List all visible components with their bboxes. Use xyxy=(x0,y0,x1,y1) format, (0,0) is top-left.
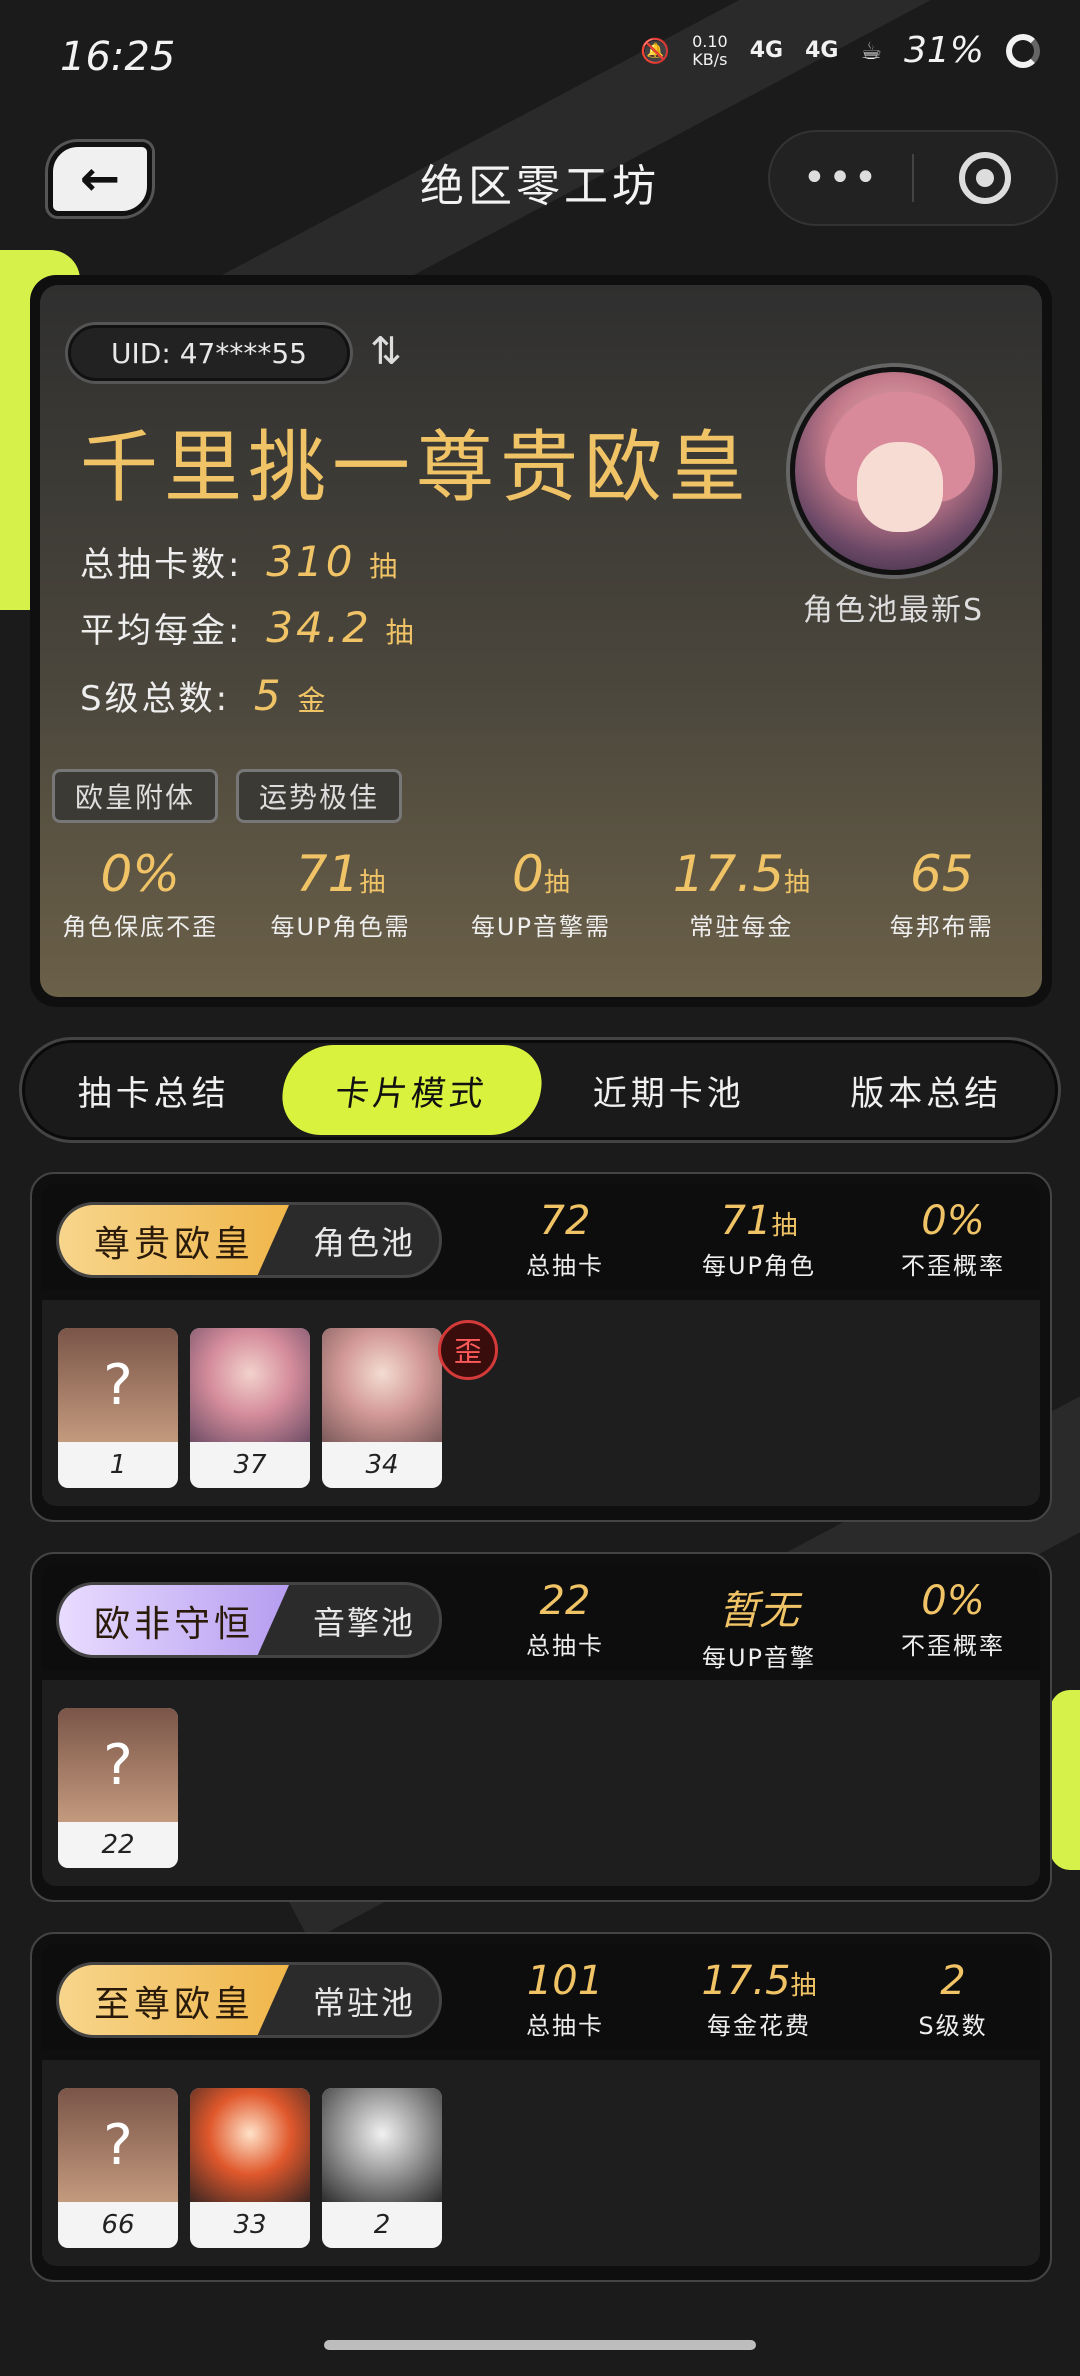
total-pulls-stat: 总抽卡数: 310 抽 xyxy=(80,537,401,586)
pool-stat: 22 总抽卡 xyxy=(526,1578,604,1660)
metric-item: 71抽 每UP角色需 xyxy=(270,845,411,941)
s-total-value: 5 xyxy=(253,671,284,720)
character-portrait xyxy=(322,1328,442,1442)
battery-icon xyxy=(1006,33,1040,68)
pool-chips: ? 1 37 34 歪 xyxy=(42,1300,1040,1506)
pull-chip-unknown[interactable]: ? 1 xyxy=(58,1328,178,1488)
home-indicator[interactable] xyxy=(324,2340,756,2350)
pool-chips: ? 22 xyxy=(42,1680,1040,1886)
tab-recent-pools[interactable]: 近期卡池 xyxy=(540,1045,798,1135)
pool-rank: 至尊欧皇 xyxy=(59,1965,289,2035)
pull-chip-character[interactable]: 37 xyxy=(190,1328,310,1488)
pull-chip-unknown[interactable]: ? 22 xyxy=(58,1708,178,1868)
luck-tag: 运势极佳 xyxy=(236,769,403,823)
pull-chip-character[interactable]: 34 xyxy=(322,1328,442,1488)
s-total-stat: S级总数: 5 金 xyxy=(80,671,329,720)
summary-card-inner: UID: 47****55 ⇅ 千里挑一尊贵欧皇 总抽卡数: 310 抽 平均每… xyxy=(40,285,1042,997)
signal-4g-icon: 4G xyxy=(805,38,839,63)
metric-item: 0% 角色保底不歪 xyxy=(62,845,219,941)
summary-metrics: 0% 角色保底不歪 71抽 每UP角色需 0抽 每UP音擎需 17.5抽 常驻每… xyxy=(40,845,1042,942)
metric-item: 0抽 每UP音擎需 xyxy=(470,845,611,941)
pool-stat: 2 S级数 xyxy=(918,1958,988,2040)
question-mark-icon: ? xyxy=(58,1708,178,1822)
rank-title: 千里挑一尊贵欧皇 xyxy=(80,423,753,513)
question-mark-icon: ? xyxy=(58,1328,178,1442)
pool-card-standard: 至尊欧皇 常驻池 101 总抽卡 17.5抽 每金花费 2 S级数 ? 66 3… xyxy=(30,1932,1052,2282)
mini-program-capsule: ••• xyxy=(768,130,1058,226)
pull-chip-character[interactable]: 33 xyxy=(190,2088,310,2248)
total-pulls-value: 310 xyxy=(266,537,356,586)
status-icons: 🔕 0.10 KB/s 4G 4G ☕ 31% xyxy=(640,30,1040,71)
character-portrait xyxy=(190,1328,310,1442)
pool-label: 尊贵欧皇 角色池 xyxy=(56,1202,442,1278)
view-tabs: 抽卡总结 卡片模式 近期卡池 版本总结 xyxy=(22,1040,1058,1140)
net-speed: 0.10 KB/s xyxy=(692,31,728,69)
pool-header: 至尊欧皇 常驻池 101 总抽卡 17.5抽 每金花费 2 S级数 xyxy=(42,1944,1040,2050)
status-bar: 16:25 🔕 0.10 KB/s 4G 4G ☕ 31% xyxy=(0,0,1080,120)
pool-label: 欧非守恒 音擎池 xyxy=(56,1582,442,1658)
app-header: ← 绝区零工坊 ••• xyxy=(0,130,1080,230)
pool-card-wengine: 欧非守恒 音擎池 22 总抽卡 暂无 每UP音擎 0% 不歪概率 ? 22 xyxy=(30,1552,1052,1902)
pool-label: 至尊欧皇 常驻池 xyxy=(56,1962,442,2038)
character-portrait xyxy=(322,2088,442,2202)
close-program-button[interactable] xyxy=(914,152,1056,204)
summary-card: UID: 47****55 ⇅ 千里挑一尊贵欧皇 总抽卡数: 310 抽 平均每… xyxy=(30,275,1052,1007)
pool-stat: 17.5抽 每金花费 xyxy=(701,1958,817,2040)
avg-gold-value: 34.2 xyxy=(266,603,372,652)
avatar-caption: 角色池最新S xyxy=(802,593,984,628)
pool-stat: 0% 不歪概率 xyxy=(901,1578,1005,1660)
uid-badge: UID: 47****55 xyxy=(68,325,350,381)
mute-icon: 🔕 xyxy=(640,36,671,65)
pool-type: 音擎池 xyxy=(312,1604,415,1642)
cup-icon: ☕ xyxy=(860,36,882,65)
pool-rank: 欧非守恒 xyxy=(59,1585,289,1655)
pool-type: 常驻池 xyxy=(312,1984,415,2022)
crooked-badge: 歪 xyxy=(438,1320,498,1380)
pool-header: 尊贵欧皇 角色池 72 总抽卡 71抽 每UP角色 0% 不歪概率 xyxy=(42,1184,1040,1290)
pool-stat: 72 总抽卡 xyxy=(526,1198,604,1280)
pool-rank: 尊贵欧皇 xyxy=(59,1205,289,1275)
character-portrait xyxy=(190,2088,310,2202)
pool-chips: ? 66 33 2 xyxy=(42,2060,1040,2266)
latest-s-avatar[interactable] xyxy=(790,367,998,575)
signal-4g-icon: 4G xyxy=(749,38,784,63)
pool-header: 欧非守恒 音擎池 22 总抽卡 暂无 每UP音擎 0% 不歪概率 xyxy=(42,1564,1040,1672)
metric-item: 17.5抽 常驻每金 xyxy=(672,845,811,941)
tab-version-summary[interactable]: 版本总结 xyxy=(798,1045,1056,1135)
tab-card-mode[interactable]: 卡片模式 xyxy=(276,1045,547,1135)
pull-chip-unknown[interactable]: ? 66 xyxy=(58,2088,178,2248)
avg-gold-stat: 平均每金: 34.2 抽 xyxy=(80,603,417,652)
metric-item: 65 每邦布需 xyxy=(889,845,994,941)
background-accent xyxy=(1050,1690,1080,1870)
pool-stat: 71抽 每UP角色 xyxy=(701,1198,817,1280)
pool-stat: 0% 不歪概率 xyxy=(901,1198,1005,1280)
luck-tag: 欧皇附体 xyxy=(52,769,219,823)
pool-stat: 暂无 每UP音擎 xyxy=(701,1588,817,1672)
swap-icon[interactable]: ⇅ xyxy=(370,329,402,373)
status-time: 16:25 xyxy=(60,34,176,80)
pool-type: 角色池 xyxy=(312,1224,415,1262)
pull-chip-character[interactable]: 2 xyxy=(322,2088,442,2248)
battery-level: 31% xyxy=(903,30,984,71)
more-dots-icon[interactable]: ••• xyxy=(770,155,912,201)
pool-card-character: 尊贵欧皇 角色池 72 总抽卡 71抽 每UP角色 0% 不歪概率 ? 1 37… xyxy=(30,1172,1052,1522)
target-icon xyxy=(958,152,1011,204)
question-mark-icon: ? xyxy=(58,2088,178,2202)
tab-pull-summary[interactable]: 抽卡总结 xyxy=(25,1045,283,1135)
pool-stat: 101 总抽卡 xyxy=(526,1958,604,2040)
